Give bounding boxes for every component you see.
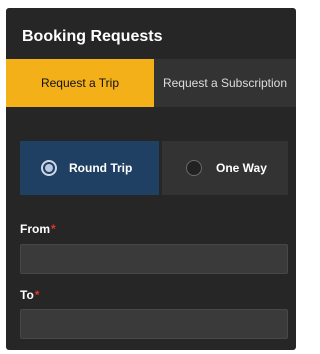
booking-requests-panel: Booking Requests Request a Trip Request … — [6, 8, 296, 350]
from-label-text: From — [20, 222, 50, 236]
tab-request-subscription[interactable]: Request a Subscription — [154, 59, 296, 107]
to-input[interactable] — [20, 309, 288, 339]
trip-type-selector: Round Trip One Way — [20, 141, 288, 195]
to-label-text: To — [20, 288, 34, 302]
tab-bar: Request a Trip Request a Subscription — [6, 59, 296, 107]
round-trip-label: Round Trip — [69, 161, 133, 175]
to-label: To* — [20, 288, 39, 302]
radio-selected-icon — [41, 160, 57, 176]
tab-request-trip[interactable]: Request a Trip — [6, 59, 154, 107]
page-title: Booking Requests — [22, 28, 163, 45]
from-label: From* — [20, 222, 56, 236]
from-required-marker: * — [51, 222, 56, 236]
from-input[interactable] — [20, 244, 288, 274]
radio-unselected-icon — [186, 160, 202, 176]
one-way-option[interactable]: One Way — [162, 141, 288, 195]
one-way-label: One Way — [216, 161, 267, 175]
round-trip-option[interactable]: Round Trip — [20, 141, 159, 195]
to-required-marker: * — [34, 288, 40, 302]
